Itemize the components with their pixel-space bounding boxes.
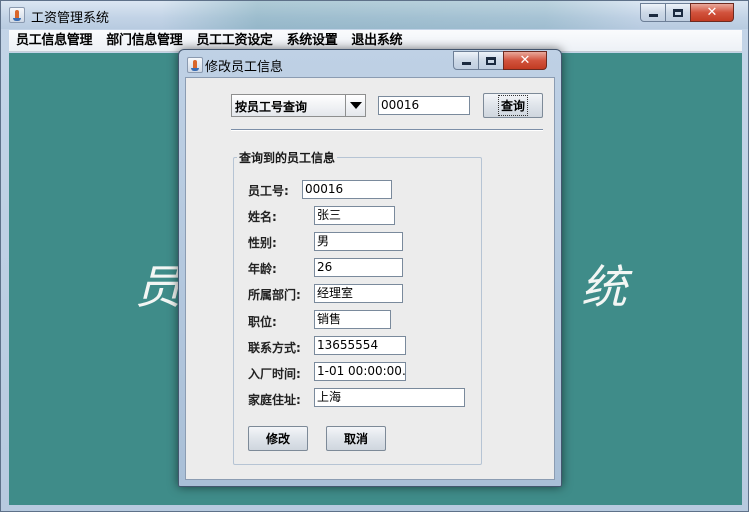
employee-info-group: 查询到的员工信息 员工号: 00016 姓名: 张三 性别: 男 年龄: 26 … (233, 149, 482, 465)
label-address: 家庭住址: (248, 393, 301, 407)
label-employee-id: 员工号: (248, 184, 289, 198)
group-title: 查询到的员工信息 (237, 149, 338, 166)
menu-employee-info[interactable]: 员工信息管理 (9, 30, 99, 52)
employee-id-field[interactable]: 00016 (302, 180, 392, 199)
window-title: 工资管理系统 (31, 11, 110, 26)
separator (231, 129, 543, 131)
dialog-window-controls: ✕ (453, 51, 547, 70)
minimize-button[interactable] (640, 3, 666, 22)
maximize-icon (486, 56, 496, 65)
hire-date-field[interactable]: 1-01 00:00:00.0 (314, 362, 406, 381)
gender-field[interactable]: 男 (314, 232, 403, 251)
label-gender: 性别: (248, 236, 277, 250)
modify-employee-dialog: 修改员工信息 ✕ 按员工号查询 00016 查询 查询到的员工信息 员工号: 0… (178, 49, 562, 487)
dropdown-arrow-button[interactable] (345, 95, 365, 116)
close-icon: ✕ (519, 53, 531, 68)
menu-department-info[interactable]: 部门信息管理 (99, 30, 189, 52)
dialog-minimize-button[interactable] (453, 51, 479, 70)
department-field[interactable]: 经理室 (314, 284, 403, 303)
label-department: 所属部门: (248, 288, 301, 302)
address-field[interactable]: 上海 (314, 388, 465, 407)
position-field[interactable]: 销售 (314, 310, 391, 329)
query-button-label: 查询 (497, 95, 528, 116)
label-name: 姓名: (248, 210, 277, 224)
modify-button[interactable]: 修改 (248, 426, 308, 451)
java-app-icon (187, 57, 203, 73)
close-icon: ✕ (706, 5, 718, 20)
modify-button-label: 修改 (265, 432, 290, 446)
label-age: 年龄: (248, 262, 277, 276)
background-char-right: 统 (581, 260, 627, 314)
minimize-icon (461, 62, 471, 65)
titlebar-backdrop (161, 1, 641, 29)
background-char-left: 员 (135, 260, 181, 314)
java-app-icon (9, 7, 25, 23)
close-button[interactable]: ✕ (690, 3, 734, 22)
name-field[interactable]: 张三 (314, 206, 395, 225)
label-contact: 联系方式: (248, 341, 301, 355)
dialog-close-button[interactable]: ✕ (503, 51, 547, 70)
minimize-icon (648, 14, 658, 17)
query-input[interactable]: 00016 (378, 96, 470, 115)
query-mode-select[interactable]: 按员工号查询 (231, 94, 366, 117)
cancel-button[interactable]: 取消 (326, 426, 386, 451)
maximize-icon (673, 8, 683, 17)
dialog-content: 按员工号查询 00016 查询 查询到的员工信息 员工号: 00016 姓名: … (185, 77, 555, 480)
main-titlebar[interactable]: 工资管理系统 ✕ (1, 1, 748, 29)
dialog-title: 修改员工信息 (205, 60, 284, 75)
label-position: 职位: (248, 315, 277, 329)
contact-field[interactable]: 13655554 (314, 336, 406, 355)
label-hire-date: 入厂时间: (248, 367, 301, 381)
cancel-button-label: 取消 (343, 432, 368, 446)
dialog-maximize-button[interactable] (478, 51, 504, 70)
window-controls: ✕ (640, 3, 734, 22)
chevron-down-icon (349, 102, 362, 109)
query-button[interactable]: 查询 (483, 93, 543, 118)
query-mode-value: 按员工号查询 (235, 100, 308, 114)
age-field[interactable]: 26 (314, 258, 403, 277)
maximize-button[interactable] (665, 3, 691, 22)
